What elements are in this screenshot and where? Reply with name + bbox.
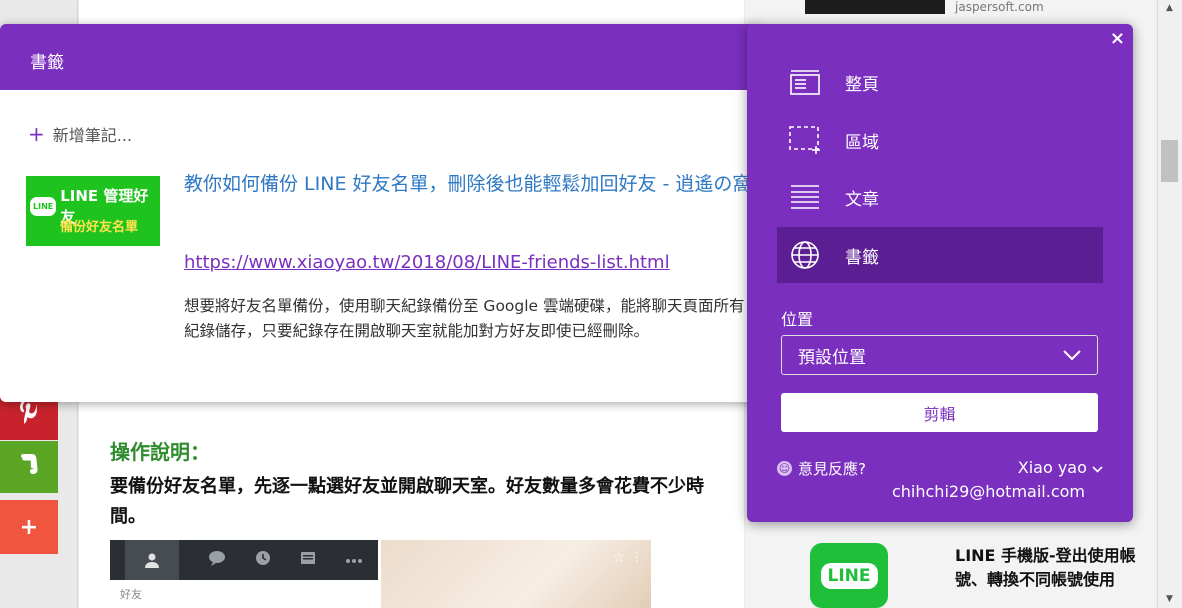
smile-icon: ☺ [777, 461, 792, 476]
menu-item-label: 整頁 [845, 74, 879, 95]
evernote-icon [18, 451, 40, 483]
line-logo-icon: LINE [30, 196, 57, 216]
more-dots-icon [345, 552, 363, 568]
menu-item-label: 文章 [845, 189, 879, 210]
menu-item-label: 區域 [845, 132, 879, 153]
clip-panel-header: 書籤 [0, 24, 760, 90]
scrollbar-thumb[interactable] [1161, 140, 1178, 182]
chat-icon [208, 550, 226, 570]
location-dropdown[interactable]: 預設位置 [781, 335, 1098, 375]
menu-item-region[interactable]: 區域 [777, 112, 1103, 168]
bookmark-thumbnail: LINE LINE 管理好友 備份好友名單 [26, 176, 160, 246]
clipper-menu: × 整頁 區域 文章 書籤 位置 預設位置 剪輯 ☺ 意見反應? Xiao ya… [747, 24, 1133, 522]
article-icon [789, 181, 821, 213]
clip-preview-panel: 書籤 + 新增筆記... LINE LINE 管理好友 備份好友名單 教你如何備… [0, 24, 760, 402]
chevron-down-icon [1092, 458, 1103, 477]
clip-button[interactable]: 剪輯 [781, 393, 1098, 432]
ad-label[interactable]: jaspersoft.com [955, 0, 1044, 14]
plus-icon: + [28, 122, 45, 146]
scroll-up-arrow-icon[interactable]: ▲ [1157, 0, 1182, 17]
line-app-screenshot: 好友 [110, 540, 378, 608]
news-icon [300, 551, 316, 569]
operation-title: 操作說明： [110, 440, 210, 464]
user-account-menu[interactable]: Xiao yao [1018, 458, 1103, 477]
location-label: 位置 [781, 310, 814, 329]
plus-icon: + [19, 514, 39, 540]
chevron-down-icon [1063, 345, 1081, 365]
thumbnail-line2: 備份好友名單 [60, 220, 139, 235]
scroll-down-arrow-icon[interactable]: ▼ [1157, 591, 1182, 608]
bookmark-description: 想要將好友名單備份，使用聊天紀錄備份至 Google 雲端硬碟，能將聊天頁面所有… [184, 297, 745, 340]
pinterest-icon [18, 398, 40, 430]
region-select-icon [789, 124, 821, 156]
more-share-button[interactable]: + [0, 500, 58, 554]
friend-list-label: 好友 [110, 580, 378, 608]
evernote-share-button[interactable] [0, 441, 58, 493]
feedback-link[interactable]: ☺ 意見反應? [777, 458, 866, 479]
feedback-label: 意見反應? [798, 460, 866, 478]
bookmark-url-link[interactable]: https://www.xiaoyao.tw/2018/08/LINE-frie… [184, 252, 670, 273]
clip-panel-title: 書籤 [30, 53, 64, 73]
scrollbar-track[interactable] [1157, 0, 1182, 608]
menu-item-full-page[interactable]: 整頁 [777, 54, 1103, 110]
friend-tab-icon [124, 540, 179, 580]
menu-item-label: 書籤 [845, 247, 879, 268]
add-note-label: 新增筆記... [52, 126, 133, 145]
menu-item-article[interactable]: 文章 [777, 169, 1103, 225]
close-icon[interactable]: × [1110, 28, 1125, 49]
related-article-link[interactable]: LINE 手機版-登出使用帳號、轉換不同帳號使用 [955, 544, 1155, 592]
star-icon: ☆ [612, 550, 625, 566]
operation-text: 要備份好友名單，先逐一點選好友並開啟聊天室。好友數量多會花費不少時間。 [110, 476, 704, 527]
user-email: chihchi29@hotmail.com [891, 482, 1085, 501]
full-page-icon [789, 66, 821, 98]
globe-icon [789, 239, 821, 271]
menu-item-bookmark[interactable]: 書籤 [777, 227, 1103, 283]
add-note-button[interactable]: + 新增筆記... [28, 122, 132, 146]
sticker-screenshot: ☆ ⋮ [381, 540, 651, 608]
line-logo[interactable]: LINE [810, 543, 888, 608]
timeline-icon [255, 550, 271, 570]
user-name: Xiao yao [1017, 458, 1087, 477]
ad-thumbnail[interactable] [805, 0, 945, 14]
location-value: 預設位置 [798, 347, 866, 368]
vertical-dots-icon: ⋮ [631, 550, 643, 564]
bookmark-title: 教你如何備份 LINE 好友名單，刪除後也能輕鬆加回好友 - 逍遙の窩 [184, 173, 752, 195]
